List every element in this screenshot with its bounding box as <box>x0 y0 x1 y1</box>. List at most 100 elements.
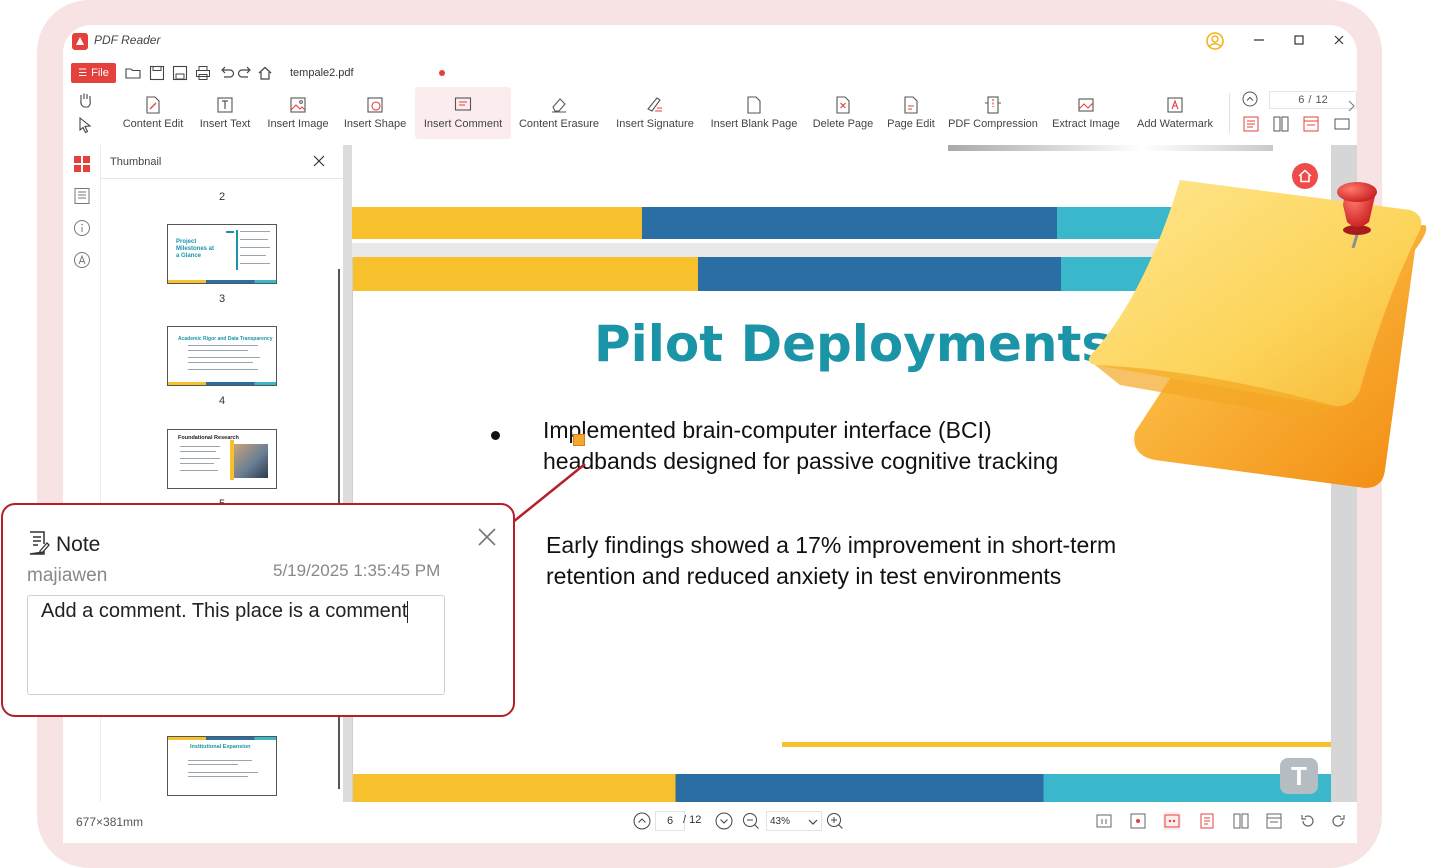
close-panel-icon[interactable] <box>313 155 325 167</box>
scroll-view-icon[interactable] <box>1302 115 1320 133</box>
close-note-icon[interactable] <box>477 527 497 547</box>
file-menu-button[interactable]: ☰ File <box>71 63 116 83</box>
user-account-icon[interactable] <box>1206 32 1224 50</box>
chevron-down-icon <box>808 819 818 825</box>
thumbnail-page-number: 4 <box>218 395 226 407</box>
single-page-mode-icon[interactable] <box>1198 812 1216 830</box>
bullet-dot <box>491 431 500 440</box>
tool-label: Extract Image <box>1052 118 1120 130</box>
single-page-view-icon[interactable] <box>1242 115 1260 133</box>
zoom-out-icon[interactable] <box>742 812 760 830</box>
fit-width-icon[interactable] <box>1163 812 1181 830</box>
thumbnail-page-6[interactable]: Institutional Expansion <box>167 736 277 796</box>
app-logo-icon <box>72 33 88 50</box>
app-name: PDF Reader <box>94 33 161 47</box>
thumbnail-grid-icon[interactable] <box>73 155 91 173</box>
thumbnail-title: Academic Rigor and Data Transparency <box>178 336 273 342</box>
sticky-note-illustration-icon <box>1088 180 1427 488</box>
zoom-in-icon[interactable] <box>826 812 844 830</box>
rotate-left-icon[interactable] <box>1299 812 1317 830</box>
home-icon[interactable] <box>257 65 273 81</box>
thumbnail-page-5[interactable]: Foundational Research <box>167 429 277 489</box>
document-tab[interactable]: tempale2.pdf <box>281 62 453 84</box>
info-icon[interactable] <box>73 219 91 237</box>
menu-icon: ☰ <box>78 67 88 79</box>
maximize-icon[interactable] <box>1292 33 1306 47</box>
redo-icon[interactable] <box>237 65 253 81</box>
page-dimensions: 677×381mm <box>76 815 144 829</box>
page-total: / 12 <box>683 814 702 826</box>
horizontal-scrollbar[interactable] <box>948 145 1273 151</box>
thumbnail-page-4[interactable]: Academic Rigor and Data Transparency <box>167 326 277 386</box>
bookmark-list-icon[interactable] <box>73 187 91 205</box>
ribbon-page-indicator[interactable]: 6 / 12 <box>1269 91 1357 109</box>
tool-add-watermark[interactable]: Add Watermark <box>1131 87 1219 139</box>
tool-pdf-compression[interactable]: PDF Compression <box>945 87 1041 139</box>
actual-size-icon[interactable] <box>1095 812 1113 830</box>
page-number-input[interactable]: 6 <box>655 811 685 831</box>
comment-marker-icon[interactable] <box>573 434 585 446</box>
tool-label: Content Erasure <box>518 118 600 130</box>
close-window-icon[interactable] <box>1332 33 1346 47</box>
extract-image-icon <box>1078 98 1094 112</box>
annotation-icon[interactable] <box>73 251 91 269</box>
tool-content-erasure[interactable]: Content Erasure <box>516 87 602 139</box>
note-comment-textarea[interactable]: Add a comment. This place is a comment <box>27 595 445 695</box>
thumbnail-page-3[interactable]: Project Milestones at a Glance <box>167 224 277 284</box>
continuous-mode-icon[interactable] <box>1265 812 1283 830</box>
text-caret <box>407 600 409 623</box>
minimize-icon[interactable] <box>1252 33 1266 47</box>
tool-label: Content Edit <box>122 118 184 130</box>
print-icon[interactable] <box>195 65 211 81</box>
tool-page-edit[interactable]: Page Edit <box>883 87 939 139</box>
tool-insert-text[interactable]: Insert Text <box>194 87 256 139</box>
hand-tool-icon[interactable] <box>76 91 94 109</box>
save-icon[interactable] <box>149 65 165 81</box>
paragraph-text: Early findings showed a 17% improvement … <box>546 530 1116 592</box>
tool-insert-signature[interactable]: Insert Signature <box>612 87 698 139</box>
pointer-tools <box>76 91 94 135</box>
select-tool-icon[interactable] <box>76 116 94 134</box>
status-bar: 677×381mm 6 / 12 43% <box>63 802 1357 843</box>
thumbnail-panel-title: Thumbnail <box>110 156 162 168</box>
double-page-mode-icon[interactable] <box>1232 812 1250 830</box>
note-icon <box>29 531 50 555</box>
text-tool-badge-letter: T <box>1291 760 1307 791</box>
color-band-bottom <box>353 774 1331 802</box>
bullet-text: Implemented brain-computer interface (BC… <box>543 415 1058 477</box>
file-menu-label: File <box>91 67 109 79</box>
rotate-right-icon[interactable] <box>1329 812 1347 830</box>
blank-page-icon <box>747 96 761 114</box>
fit-page-icon[interactable] <box>1129 812 1147 830</box>
undo-icon[interactable] <box>219 65 235 81</box>
tool-extract-image[interactable]: Extract Image <box>1049 87 1123 139</box>
tool-insert-shape[interactable]: Insert Shape <box>340 87 410 139</box>
title-bar: PDF Reader <box>63 25 1357 57</box>
tool-content-edit[interactable]: Content Edit <box>116 87 190 139</box>
two-page-view-icon[interactable] <box>1272 115 1290 133</box>
fit-view-icon[interactable] <box>1333 115 1351 133</box>
open-folder-icon[interactable] <box>125 65 141 81</box>
thumbnail-page-number: 2 <box>218 191 226 203</box>
status-next-page-icon[interactable] <box>715 812 733 830</box>
document-tab-label: tempale2.pdf <box>290 67 354 79</box>
paragraph-line-2: retention and reduced anxiety in test en… <box>546 563 1062 589</box>
bullet-line-1: Implemented brain-computer interface (BC… <box>543 417 992 443</box>
insert-comment-icon <box>454 97 472 111</box>
status-prev-page-icon[interactable] <box>633 812 651 830</box>
note-date: 5/19/2025 1:35:45 PM <box>273 561 441 580</box>
note-comment-text: Add a comment. This place is a comment <box>41 600 408 622</box>
unsaved-dot <box>439 70 445 76</box>
page-edit-icon <box>904 96 918 114</box>
tool-label: Add Watermark <box>1136 118 1213 130</box>
ribbon-scroll-right-icon[interactable] <box>1346 99 1356 113</box>
ribbon-divider <box>1229 93 1230 133</box>
tool-insert-comment[interactable]: Insert Comment <box>415 87 511 139</box>
tool-insert-blank-page[interactable]: Insert Blank Page <box>708 87 800 139</box>
tool-insert-image[interactable]: Insert Image <box>262 87 334 139</box>
prev-page-icon[interactable] <box>1242 91 1258 107</box>
save-as-icon[interactable] <box>172 65 188 81</box>
zoom-select[interactable]: 43% <box>766 811 822 831</box>
text-tool-badge[interactable]: T <box>1280 758 1318 794</box>
tool-delete-page[interactable]: Delete Page <box>808 87 878 139</box>
